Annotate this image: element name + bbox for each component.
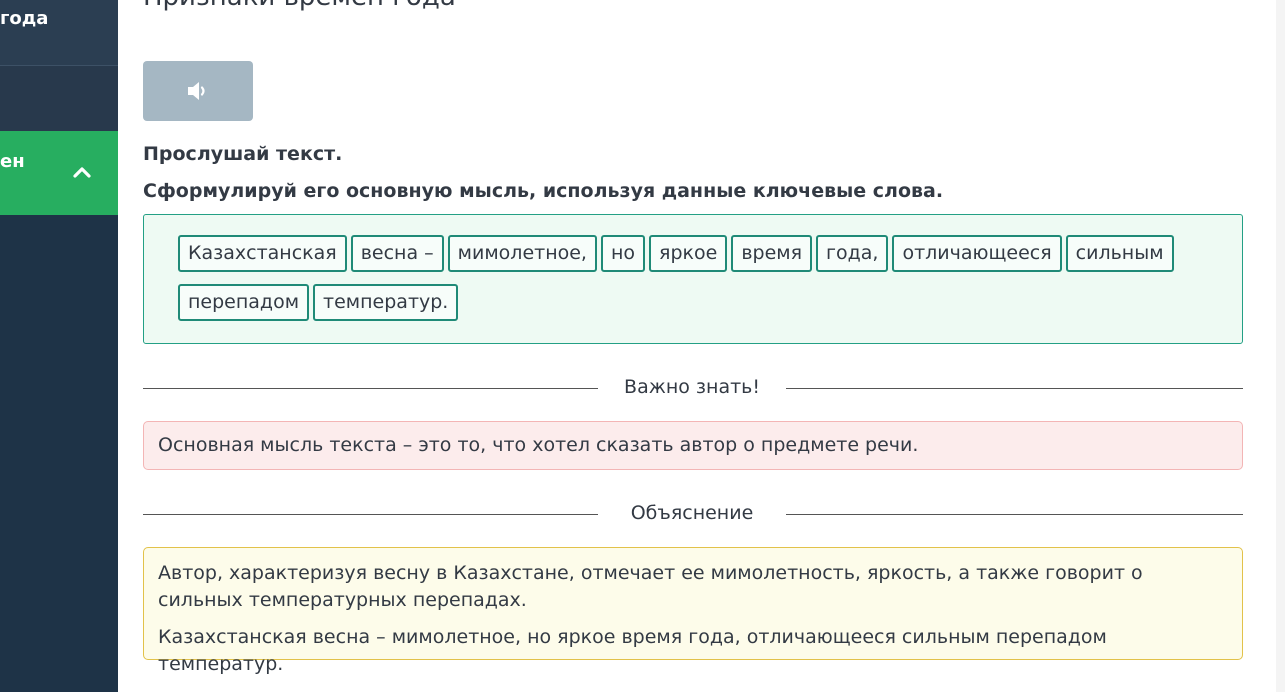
chevron-up-icon[interactable] [72,165,92,179]
keyword-chip[interactable]: яркое [649,235,728,272]
sidebar-item-seasons[interactable]: года [0,0,118,66]
speaker-icon [188,82,205,100]
divider-line [143,514,598,515]
explanation-divider: Объяснение [143,502,1243,526]
keyword-chip[interactable]: весна – [350,235,444,272]
lesson-content: Признаки времен года Прослушай текст. Сф… [118,0,1285,692]
divider-line [786,388,1243,389]
sidebar-item-label: года [0,8,49,29]
important-note: Основная мысль текста – это то, что хоте… [143,421,1243,470]
sidebar-item-blank[interactable] [0,66,118,131]
explanation-note: Автор, характеризуя весну в Казахстане, … [143,547,1243,675]
keyword-chip[interactable]: отличающееся [892,235,1062,272]
scrollbar[interactable] [1276,0,1285,692]
keyword-chip[interactable]: температур. [313,284,459,321]
sidebar: года ен [0,0,118,692]
instruction-listen: Прослушай текст. [143,143,343,165]
divider-line [786,514,1243,515]
keyword-chip[interactable]: но [600,235,646,272]
important-heading: Важно знать! [624,376,760,398]
explanation-text: Автор, характеризуя весну в Казахстане, … [158,562,1143,611]
sidebar-item-label: ен [0,151,25,172]
keyword-chip[interactable]: года, [816,235,889,272]
page-title: Признаки времен года [143,0,456,12]
important-text: Основная мысль текста – это то, что хоте… [158,434,919,456]
keyword-chip[interactable]: сильным [1065,235,1174,272]
keyword-chip[interactable]: время [731,235,813,272]
sidebar-item-active[interactable]: ен [0,131,118,215]
instruction-task: Сформулируй его основную мысль, использу… [143,180,944,202]
divider-line [143,388,598,389]
important-divider: Важно знать! [143,376,1243,400]
keyword-chip[interactable]: мимолетное, [447,235,597,272]
keywords-list: Казахстанская весна – мимолетное, но яркое вр… [178,235,1188,321]
keyword-chip[interactable]: Казахстанская [178,235,347,272]
audio-play-button[interactable] [143,61,253,121]
explanation-answer: Казахстанская весна – мимолетное, но ярк… [158,626,1107,675]
keywords-box: Казахстанская весна – мимолетное, но яркое вр… [143,214,1243,344]
keyword-chip[interactable]: перепадом [178,284,310,321]
explanation-heading: Объяснение [630,502,754,524]
